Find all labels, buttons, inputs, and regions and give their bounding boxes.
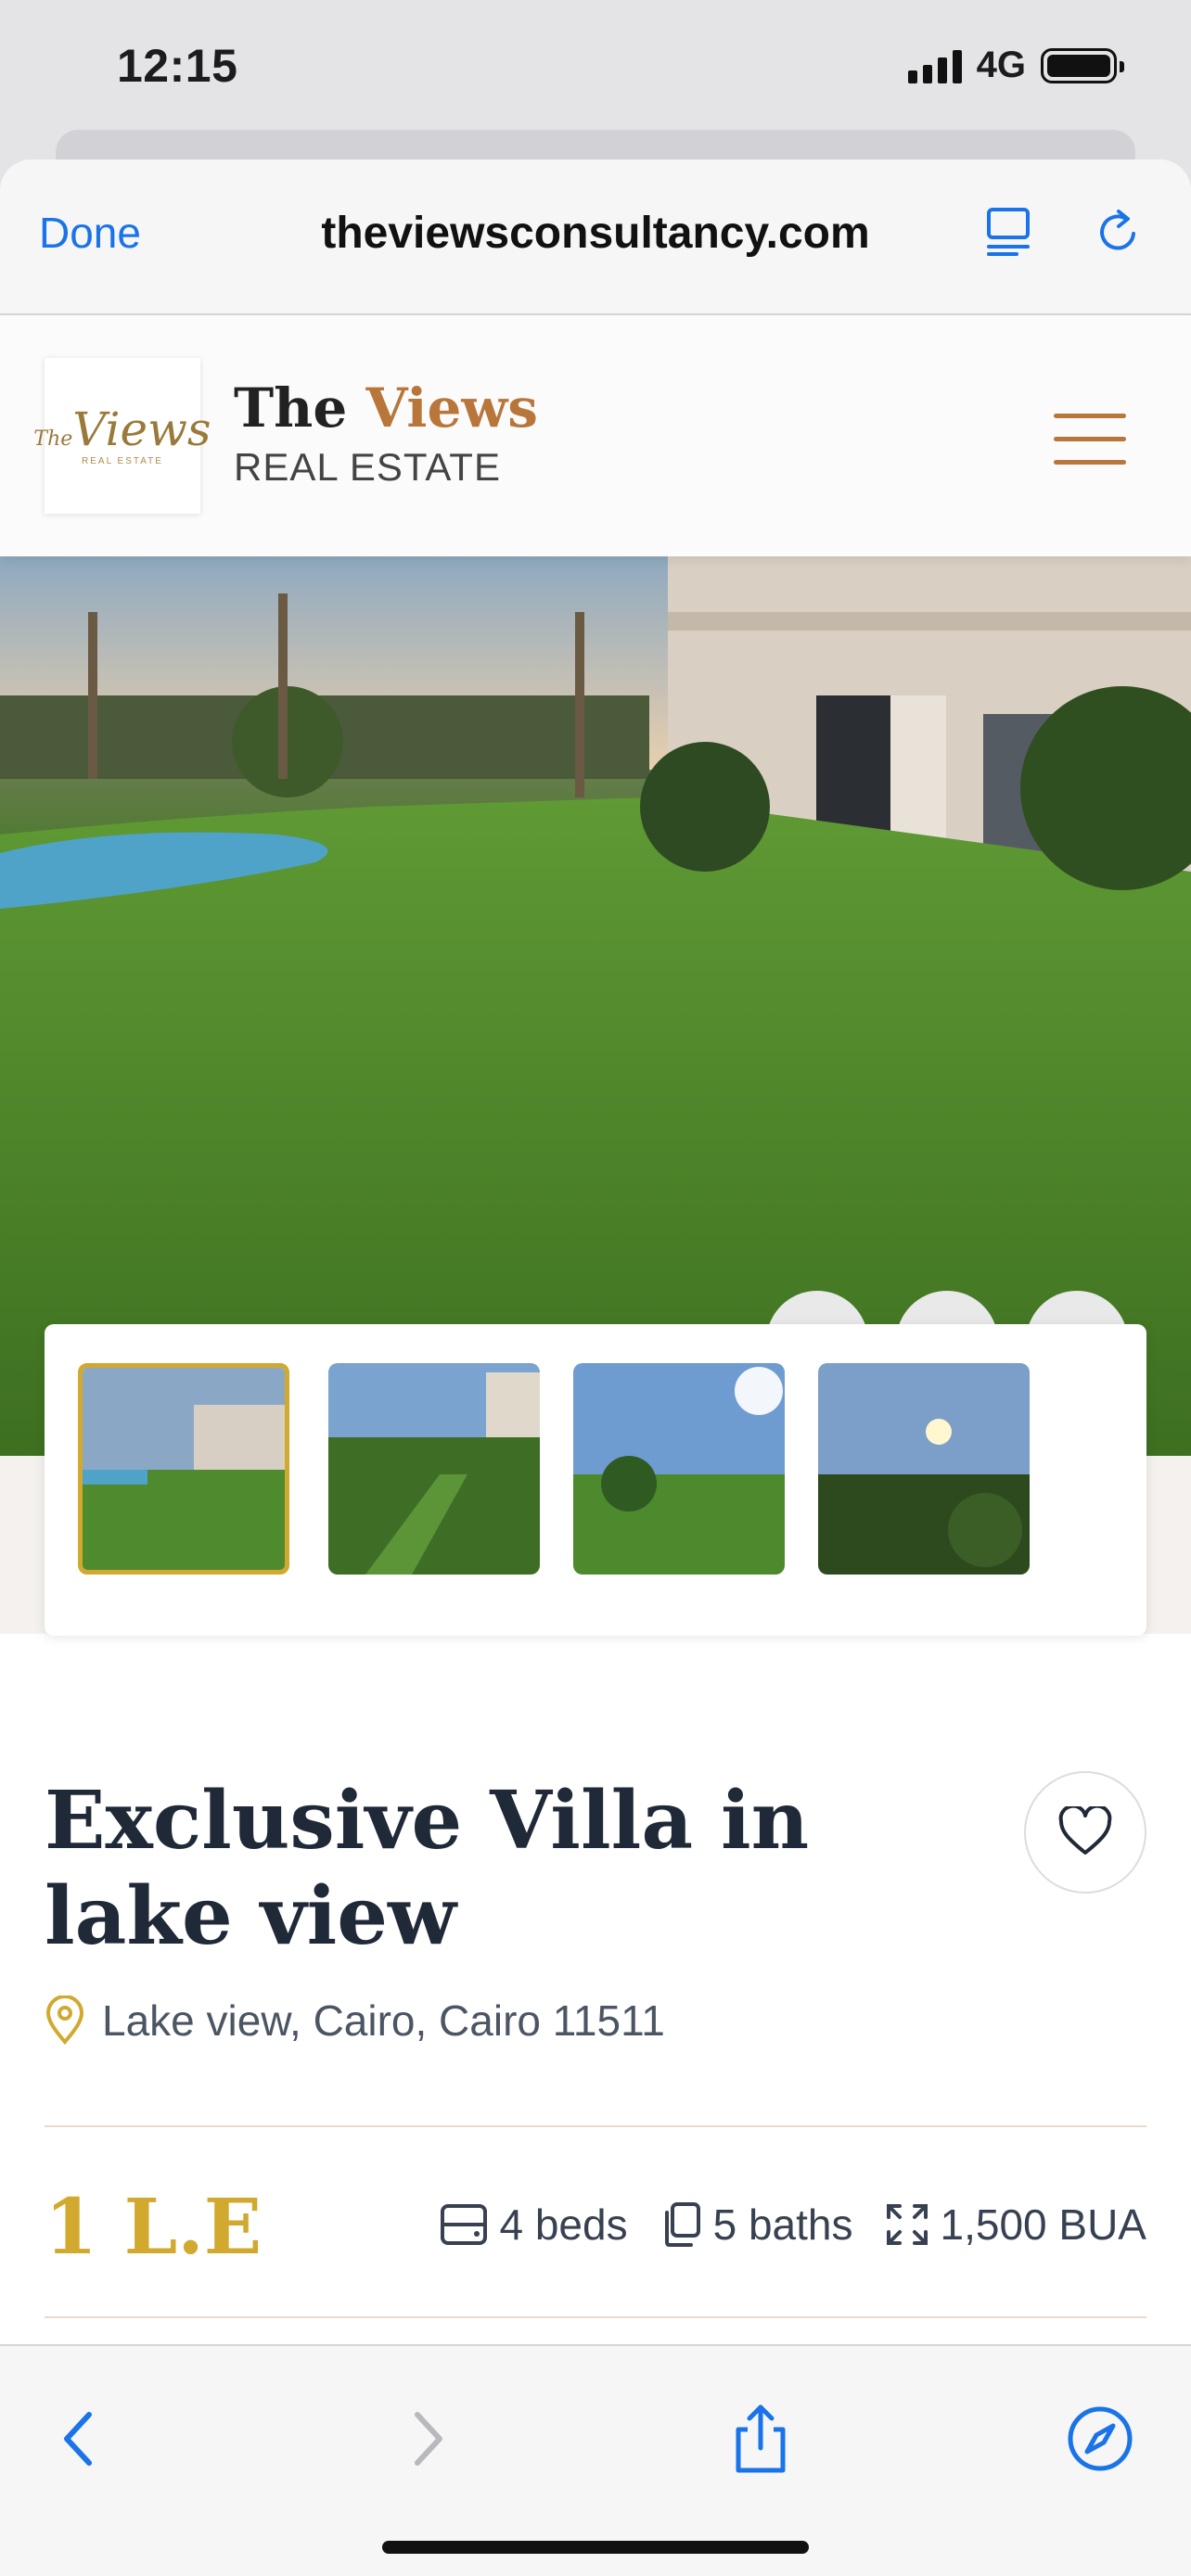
network-type: 4G	[976, 45, 1026, 85]
beds-text: 4 beds	[499, 2200, 628, 2249]
heart-icon	[1058, 1806, 1112, 1855]
compass-icon[interactable]	[1063, 2402, 1137, 2476]
signal-icon	[907, 48, 962, 83]
logo-script: Views	[72, 402, 211, 456]
back-arrow-icon[interactable]	[45, 2402, 119, 2476]
listing-location: Lake view, Cairo, Cairo 11511	[45, 1996, 665, 2046]
status-time: 12:15	[117, 40, 238, 92]
forward-arrow-icon[interactable]	[388, 2402, 462, 2476]
battery-icon	[1041, 47, 1124, 83]
area-expand-icon	[886, 2204, 928, 2245]
hero-image[interactable]	[0, 556, 1191, 1456]
hamburger-menu-icon[interactable]	[1054, 414, 1126, 465]
location-text: Lake view, Cairo, Cairo 11511	[102, 1996, 665, 2045]
divider-bottom	[45, 2316, 1146, 2318]
location-pin-icon	[45, 1996, 84, 2046]
bed-icon	[441, 2204, 488, 2245]
brand-the: The	[234, 376, 348, 440]
thumbnail-2[interactable]	[328, 1363, 540, 1575]
favorite-button[interactable]	[1024, 1771, 1146, 1894]
browser-top-bar: Done theviewsconsultancy.com	[0, 159, 1191, 315]
logo-prefix: The	[33, 427, 73, 451]
thumbnail-1[interactable]	[78, 1363, 289, 1575]
browser-sheet: Done theviewsconsultancy.com TheViews RE…	[0, 159, 1191, 2576]
status-bar: 12:15 4G	[0, 0, 1191, 139]
reader-mode-icon[interactable]	[983, 206, 1033, 258]
villa-garden-illustration	[0, 556, 1191, 1456]
thumbnail-4[interactable]	[818, 1363, 1030, 1575]
site-logo[interactable]: TheViews REAL ESTATE	[33, 358, 211, 514]
brand-name[interactable]: The Views REAL ESTATE	[234, 376, 538, 490]
listing-price: 1 L.E	[45, 2183, 263, 2272]
thumbnail-strip	[45, 1324, 1146, 1636]
logo-tagline: REAL ESTATE	[82, 455, 163, 466]
brand-views: Views	[365, 376, 538, 440]
area-text: 1,500 BUA	[940, 2200, 1146, 2249]
divider-top	[45, 2125, 1146, 2127]
site-header: TheViews REAL ESTATE The Views REAL ESTA…	[0, 317, 1191, 556]
spec-baths: 5 baths	[660, 2200, 853, 2250]
thumbnail-3[interactable]	[573, 1363, 785, 1575]
share-icon[interactable]	[724, 2402, 798, 2476]
reload-icon[interactable]	[1093, 206, 1145, 258]
baths-text: 5 baths	[712, 2200, 853, 2249]
spec-beds: 4 beds	[440, 2200, 628, 2250]
brand-subtitle: REAL ESTATE	[234, 445, 501, 489]
spec-area: 1,500 BUA	[885, 2200, 1146, 2250]
bath-icon	[664, 2202, 700, 2247]
home-indicator	[382, 2541, 809, 2554]
listing-specs: 4 beds 5 baths 1,500 BUA	[440, 2200, 1146, 2250]
listing-title: Exclusive Villa in lake view	[45, 1774, 810, 1964]
status-indicators: 4G	[907, 45, 1124, 86]
